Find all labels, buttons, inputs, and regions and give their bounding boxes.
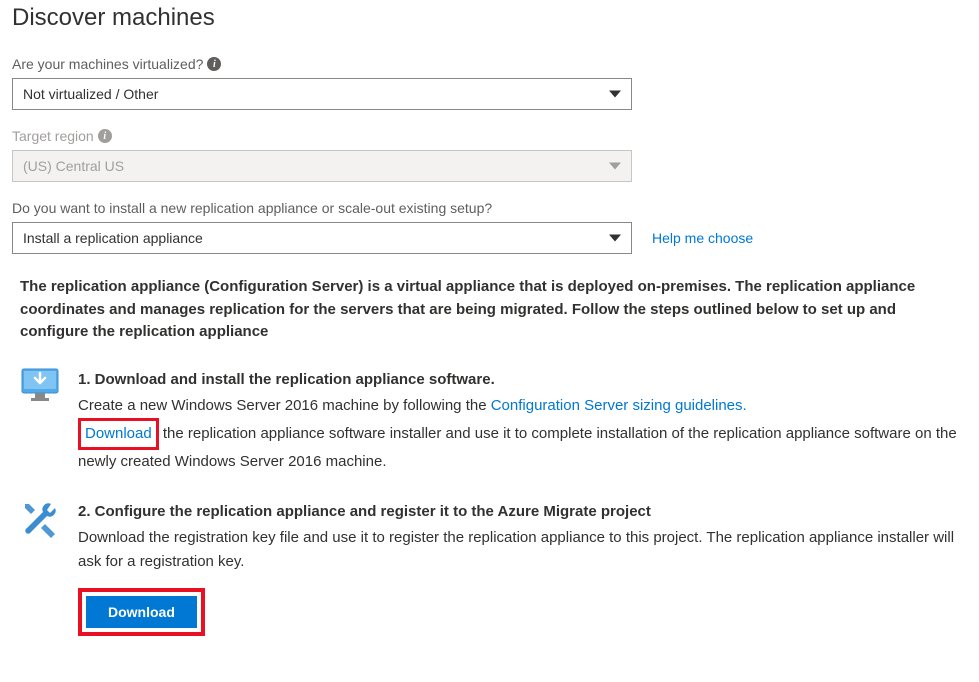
intro-text: The replication appliance (Configuration… bbox=[20, 276, 959, 344]
sizing-guidelines-link[interactable]: Configuration Server sizing guidelines. bbox=[491, 397, 747, 414]
target-region-label: Target region i bbox=[12, 128, 967, 144]
step-1-title: 1. Download and install the replication … bbox=[78, 368, 967, 392]
help-me-choose-link[interactable]: Help me choose bbox=[652, 230, 753, 246]
step-1-line1-prefix: Create a new Windows Server 2016 machine… bbox=[78, 397, 491, 414]
step-2-desc: Download the registration key file and u… bbox=[78, 526, 967, 574]
tools-icon bbox=[20, 500, 60, 636]
target-region-select: (US) Central US bbox=[12, 150, 632, 182]
download-software-link[interactable]: Download bbox=[85, 425, 152, 442]
download-link-highlight: Download bbox=[78, 418, 159, 450]
virtualized-field: Are your machines virtualized? i Not vir… bbox=[12, 56, 967, 110]
install-appliance-label-text: Do you want to install a new replication… bbox=[12, 200, 492, 216]
monitor-download-icon bbox=[20, 368, 60, 474]
page-title: Discover machines bbox=[12, 4, 967, 32]
info-icon[interactable]: i bbox=[207, 57, 221, 71]
download-button-highlight: Download bbox=[78, 588, 205, 636]
step-2: 2. Configure the replication appliance a… bbox=[12, 500, 967, 636]
step-1: 1. Download and install the replication … bbox=[12, 368, 967, 474]
install-appliance-select[interactable]: Install a replication appliance bbox=[12, 222, 632, 254]
virtualized-value: Not virtualized / Other bbox=[23, 86, 158, 102]
virtualized-label: Are your machines virtualized? i bbox=[12, 56, 967, 72]
target-region-field: Target region i (US) Central US bbox=[12, 128, 967, 182]
step-2-title: 2. Configure the replication appliance a… bbox=[78, 500, 967, 524]
chevron-down-icon bbox=[609, 163, 621, 170]
install-appliance-field: Do you want to install a new replication… bbox=[12, 200, 967, 254]
chevron-down-icon bbox=[609, 235, 621, 242]
virtualized-label-text: Are your machines virtualized? bbox=[12, 56, 203, 72]
install-appliance-value: Install a replication appliance bbox=[23, 230, 203, 246]
install-appliance-label: Do you want to install a new replication… bbox=[12, 200, 967, 216]
virtualized-select[interactable]: Not virtualized / Other bbox=[12, 78, 632, 110]
step-1-line2-suffix: the replication appliance software insta… bbox=[78, 425, 957, 470]
target-region-label-text: Target region bbox=[12, 128, 94, 144]
info-icon[interactable]: i bbox=[98, 129, 112, 143]
target-region-value: (US) Central US bbox=[23, 158, 124, 174]
chevron-down-icon bbox=[609, 91, 621, 98]
download-button[interactable]: Download bbox=[86, 596, 197, 628]
